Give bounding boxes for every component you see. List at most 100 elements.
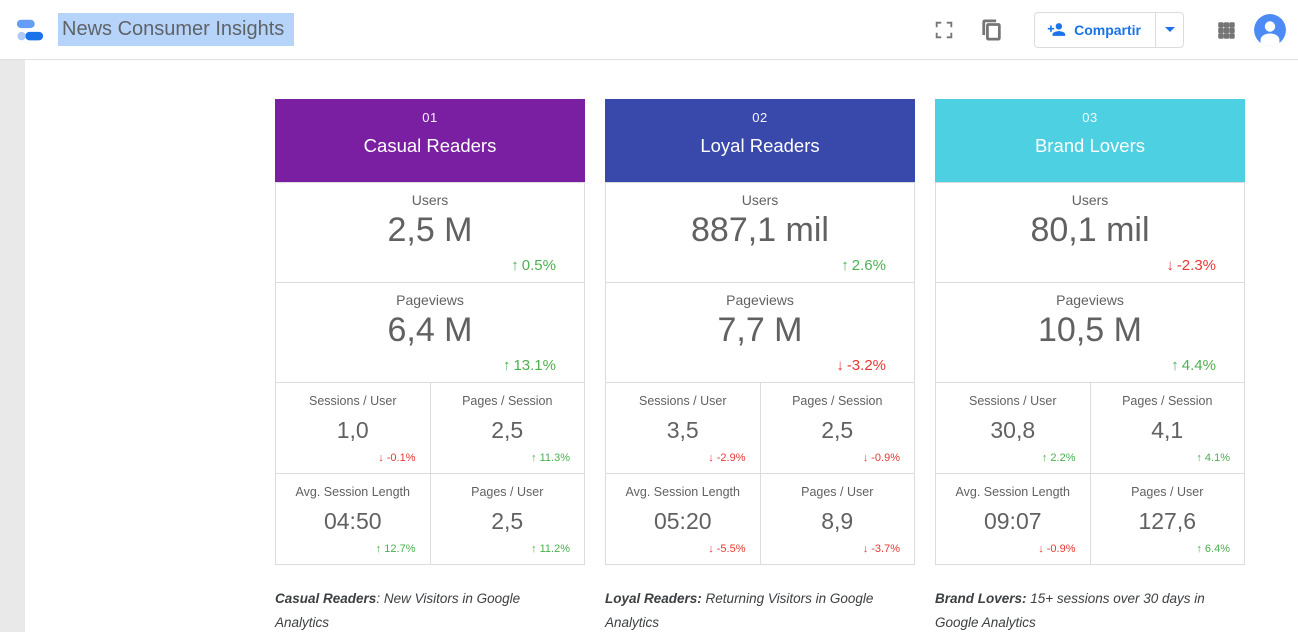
apps-grid-button[interactable] [1206, 10, 1246, 50]
metric-sessions-per-user-cell[interactable]: Sessions / User 1,0 -0.1% [276, 383, 430, 473]
change-indicator: 4.4% [1171, 357, 1216, 374]
trend-arrow-icon [708, 452, 714, 464]
metric-pages-per-user-cell[interactable]: Pages / User 2,5 11.2% [431, 474, 585, 564]
copy-icon [981, 19, 1003, 41]
metric-users-cell[interactable]: Users 887,1 mil 2.6% [606, 183, 914, 282]
segment-card-loyal-readers: 02 Loyal Readers Users 887,1 mil 2.6% Pa… [605, 99, 915, 632]
metric-pages-per-user-cell[interactable]: Pages / User 8,9 -3.7% [761, 474, 915, 564]
metric-pages-per-session-cell[interactable]: Pages / Session 2,5 11.3% [431, 383, 585, 473]
metric-value: 80,1 mil [936, 211, 1244, 250]
metric-pages-per-session-cell[interactable]: Pages / Session 4,1 4.1% [1091, 383, 1245, 473]
change-indicator: -0.9% [863, 452, 900, 464]
user-avatar[interactable] [1254, 14, 1286, 46]
segment-index: 01 [275, 110, 585, 125]
metric-label: Pages / User [761, 474, 915, 499]
metric-users-cell[interactable]: Users 2,5 M 0.5% [276, 183, 584, 282]
metric-value: 8,9 [761, 508, 915, 535]
metric-label: Pages / User [431, 474, 585, 499]
metric-label: Pages / Session [761, 383, 915, 408]
trend-arrow-icon [531, 452, 537, 464]
metric-value: 6,4 M [276, 311, 584, 350]
segment-footnote: Brand Lovers: 15+ sessions over 30 days … [935, 587, 1227, 632]
metric-avg-session-length-cell[interactable]: Avg. Session Length 09:07 -0.9% [936, 474, 1090, 564]
change-indicator: -2.9% [708, 452, 745, 464]
change-indicator: 6.4% [1196, 543, 1230, 555]
trend-arrow-icon [708, 543, 714, 555]
change-indicator: 12.7% [376, 543, 416, 555]
metric-value: 05:20 [606, 508, 760, 535]
change-value: -3.2% [847, 357, 886, 374]
metric-label: Pages / Session [1091, 383, 1245, 408]
copy-report-button[interactable] [972, 10, 1012, 50]
footnote-term: Brand Lovers: [935, 591, 1027, 606]
metric-pageviews-cell[interactable]: Pageviews 6,4 M 13.1% [276, 283, 584, 382]
trend-arrow-icon [863, 452, 869, 464]
metric-value: 30,8 [936, 417, 1090, 444]
change-value: -2.9% [717, 452, 746, 464]
trend-arrow-icon [511, 257, 519, 274]
metric-pages-per-user-cell[interactable]: Pages / User 127,6 6.4% [1091, 474, 1245, 564]
datastudio-logo-icon[interactable] [12, 12, 48, 48]
change-value: 11.2% [540, 543, 570, 555]
metric-pageviews-cell[interactable]: Pageviews 7,7 M -3.2% [606, 283, 914, 382]
metric-value: 887,1 mil [606, 211, 914, 250]
metric-sessions-per-user-cell[interactable]: Sessions / User 3,5 -2.9% [606, 383, 760, 473]
share-button[interactable]: Compartir [1035, 13, 1155, 47]
metric-avg-session-length-cell[interactable]: Avg. Session Length 04:50 12.7% [276, 474, 430, 564]
trend-arrow-icon [376, 543, 382, 555]
trend-arrow-icon [531, 543, 537, 555]
trend-arrow-icon [1196, 543, 1202, 555]
change-indicator: 0.5% [511, 257, 556, 274]
scorecard-row: 01 Casual Readers Users 2,5 M 0.5% Pagev… [0, 60, 1298, 632]
trend-arrow-icon [1196, 452, 1202, 464]
metric-value: 4,1 [1091, 417, 1245, 444]
segment-header: 02 Loyal Readers [605, 99, 915, 182]
metric-table: Users 80,1 mil -2.3% Pageviews 10,5 M 4.… [935, 182, 1245, 565]
metric-label: Pageviews [606, 283, 914, 308]
trend-arrow-icon [836, 357, 844, 374]
metric-value: 04:50 [276, 508, 430, 535]
change-indicator: -0.9% [1038, 543, 1075, 555]
change-value: -0.9% [1047, 543, 1076, 555]
metric-sessions-per-user-cell[interactable]: Sessions / User 30,8 2.2% [936, 383, 1090, 473]
metric-table: Users 887,1 mil 2.6% Pageviews 7,7 M -3.… [605, 182, 915, 565]
trend-arrow-icon [863, 543, 869, 555]
footnote-term: Loyal Readers: [605, 591, 702, 606]
change-value: 2.2% [1050, 452, 1075, 464]
change-value: 0.5% [522, 257, 556, 274]
segment-card-casual-readers: 01 Casual Readers Users 2,5 M 0.5% Pagev… [275, 99, 585, 632]
change-value: 11.3% [540, 452, 570, 464]
change-indicator: 4.1% [1196, 452, 1230, 464]
report-title[interactable]: News Consumer Insights [58, 13, 294, 46]
trend-arrow-icon [841, 257, 849, 274]
person-icon [1254, 14, 1286, 46]
trend-arrow-icon [378, 452, 384, 464]
trend-arrow-icon [1166, 257, 1174, 274]
segment-name: Loyal Readers [605, 135, 915, 157]
change-value: 6.4% [1205, 543, 1230, 555]
metric-avg-session-length-cell[interactable]: Avg. Session Length 05:20 -5.5% [606, 474, 760, 564]
metric-pageviews-cell[interactable]: Pageviews 10,5 M 4.4% [936, 283, 1244, 382]
metric-label: Users [276, 183, 584, 208]
metric-pages-per-session-cell[interactable]: Pages / Session 2,5 -0.9% [761, 383, 915, 473]
metric-label: Sessions / User [606, 383, 760, 408]
metric-label: Avg. Session Length [936, 474, 1090, 499]
metric-table: Users 2,5 M 0.5% Pageviews 6,4 M 13.1% [275, 182, 585, 565]
change-indicator: -3.2% [836, 357, 886, 374]
share-options-button[interactable] [1155, 13, 1183, 47]
apps-grid-icon [1215, 19, 1237, 41]
metric-users-cell[interactable]: Users 80,1 mil -2.3% [936, 183, 1244, 282]
segment-footnote: Casual Readers: New Visitors in Google A… [275, 587, 567, 632]
metric-label: Pages / Session [431, 383, 585, 408]
metric-value: 2,5 [431, 417, 585, 444]
metric-value: 127,6 [1091, 508, 1245, 535]
topbar-actions: Compartir [924, 10, 1286, 50]
metric-label: Sessions / User [936, 383, 1090, 408]
report-canvas: 01 Casual Readers Users 2,5 M 0.5% Pagev… [0, 60, 1298, 632]
change-value: -3.7% [871, 543, 900, 555]
canvas-left-gutter [0, 60, 25, 632]
metric-value: 10,5 M [936, 311, 1244, 350]
segment-name: Casual Readers [275, 135, 585, 157]
fullscreen-button[interactable] [924, 10, 964, 50]
metric-label: Sessions / User [276, 383, 430, 408]
